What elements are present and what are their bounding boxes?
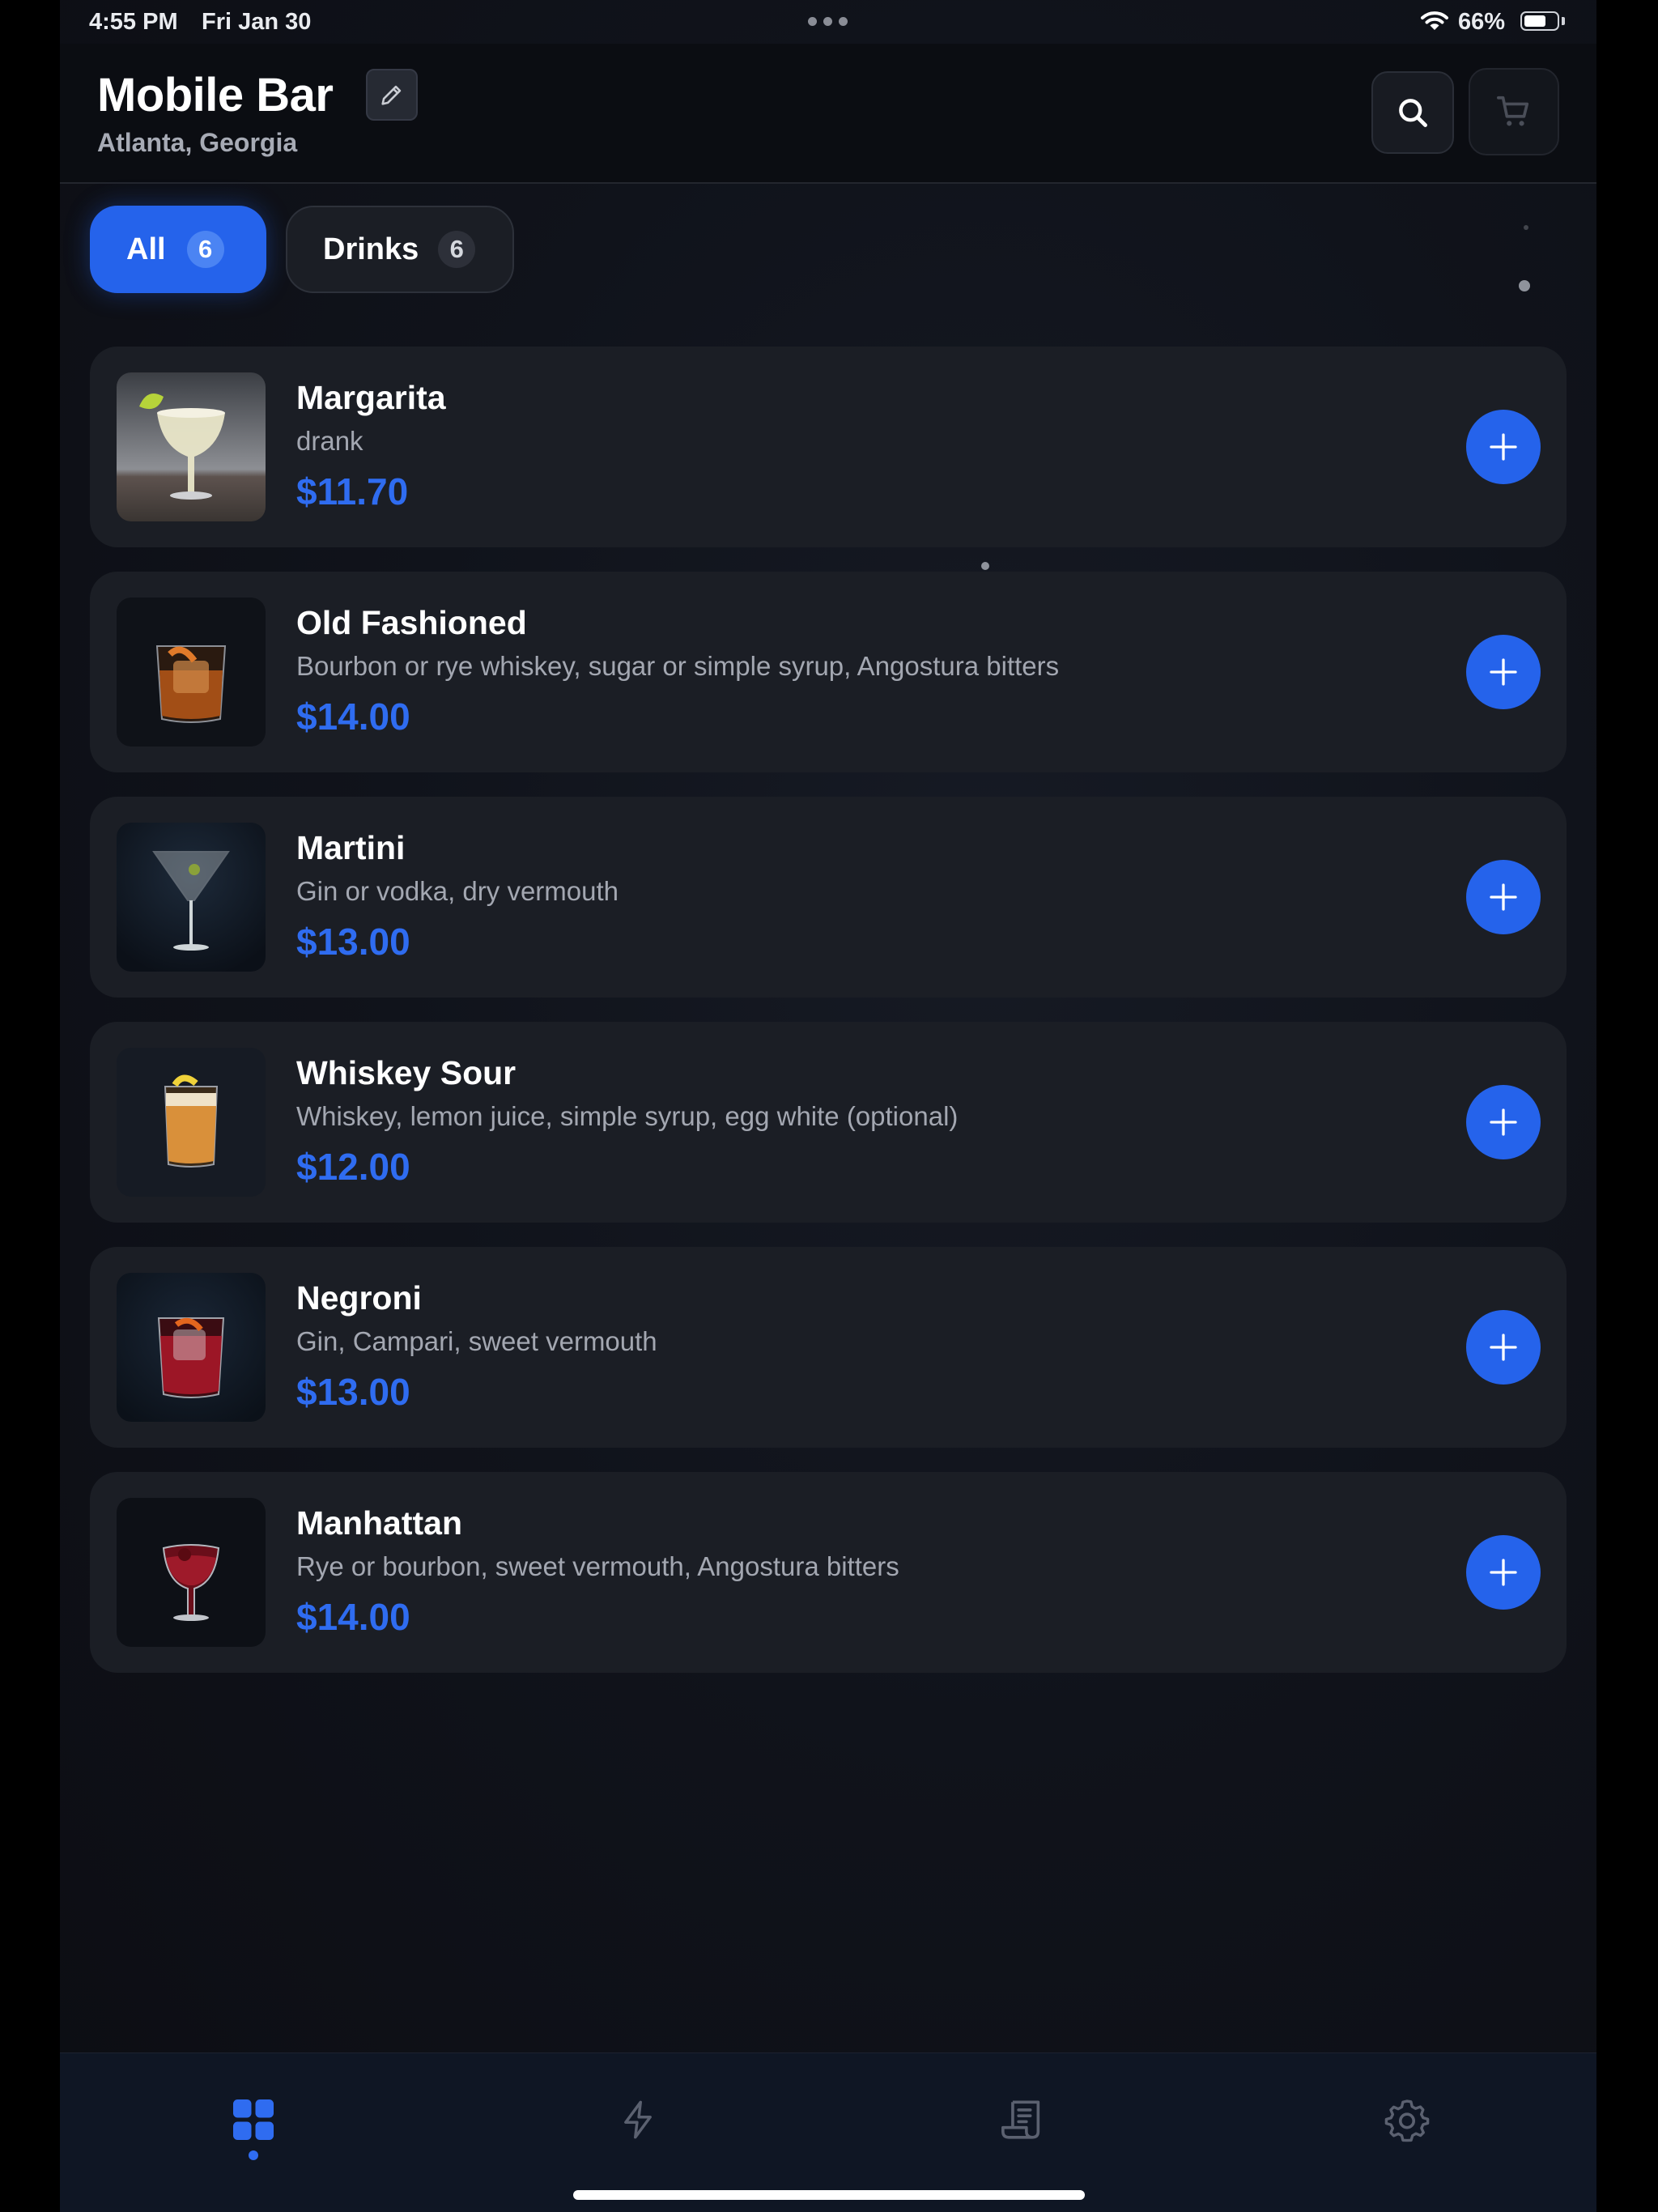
item-name: Negroni (296, 1279, 422, 1317)
plus-icon (1490, 1108, 1517, 1136)
item-name: Martini (296, 829, 406, 866)
negroni-photo (117, 1273, 266, 1422)
edit-button[interactable] (366, 69, 418, 121)
item-price: $11.70 (296, 470, 409, 513)
item-name: Whiskey Sour (296, 1054, 517, 1091)
battery-icon (1520, 11, 1559, 31)
menu-item-card[interactable]: Manhattan Rye or bourbon, sweet vermouth… (90, 1472, 1567, 1673)
pencil-icon (381, 85, 402, 105)
item-description: Whiskey, lemon juice, simple syrup, egg … (296, 1101, 959, 1131)
menu-item-card[interactable]: Negroni Gin, Campari, sweet vermouth $13… (90, 1247, 1567, 1448)
filter-count-badge: 6 (438, 231, 476, 268)
filter-chip-drinks[interactable]: Drinks 6 (286, 206, 514, 293)
item-price: $12.00 (296, 1146, 410, 1188)
add-to-cart-button[interactable] (1466, 410, 1541, 484)
item-name: Manhattan (296, 1504, 462, 1542)
plus-icon (1490, 658, 1517, 686)
item-price: $13.00 (296, 921, 410, 963)
menu-list: Margarita drank $11.70 Old Fashioned Bou… (90, 347, 1567, 1697)
old-fashioned-photo (117, 598, 266, 747)
item-price: $14.00 (296, 1596, 410, 1638)
grid-icon (233, 2099, 274, 2140)
app-screen: 4:55 PM Fri Jan 30 66% Mobile Bar Atlant… (60, 0, 1596, 2212)
margarita-photo (117, 372, 266, 521)
menu-item-card[interactable]: Old Fashioned Bourbon or rye whiskey, su… (90, 572, 1567, 772)
plus-icon (1490, 1334, 1517, 1361)
cart-button[interactable] (1469, 68, 1559, 155)
plus-icon (1490, 1559, 1517, 1586)
receipt-icon (1001, 2100, 1040, 2139)
tab-orders[interactable] (990, 2087, 1055, 2152)
search-button[interactable] (1371, 71, 1454, 154)
page-title: Mobile Bar (97, 69, 334, 121)
wifi-icon (1421, 11, 1448, 30)
item-description: Rye or bourbon, sweet vermouth, Angostur… (296, 1551, 899, 1581)
status-date: Fri Jan 30 (202, 9, 312, 35)
location-label: Atlanta, Georgia (97, 128, 298, 157)
martini-photo (117, 823, 266, 972)
item-name: Margarita (296, 379, 446, 416)
cart-icon (1497, 96, 1529, 126)
filter-count-badge: 6 (186, 231, 224, 268)
add-to-cart-button[interactable] (1466, 1535, 1541, 1610)
filter-chip-all[interactable]: All 6 (90, 206, 266, 293)
multitasking-dots-icon[interactable] (808, 17, 848, 26)
item-description: Bourbon or rye whiskey, sugar or simple … (296, 651, 1060, 681)
bottom-tab-bar (60, 2052, 1596, 2212)
home-indicator[interactable] (573, 2190, 1085, 2200)
item-description: Gin, Campari, sweet vermouth (296, 1326, 657, 1356)
menu-item-card[interactable]: Margarita drank $11.70 (90, 347, 1567, 547)
decorative-dot (1524, 225, 1528, 230)
status-time: 4:55 PM (89, 9, 178, 35)
filter-label: Drinks (323, 232, 419, 266)
decorative-dot (1519, 280, 1530, 291)
menu-item-card[interactable]: Whiskey Sour Whiskey, lemon juice, simpl… (90, 1022, 1567, 1223)
add-to-cart-button[interactable] (1466, 635, 1541, 709)
tab-menu[interactable] (221, 2087, 286, 2152)
item-price: $14.00 (296, 696, 410, 738)
add-to-cart-button[interactable] (1466, 860, 1541, 934)
filter-label: All (126, 232, 166, 266)
item-name: Old Fashioned (296, 604, 527, 641)
item-description: drank (296, 426, 363, 456)
manhattan-photo (117, 1498, 266, 1647)
add-to-cart-button[interactable] (1466, 1310, 1541, 1385)
status-bar: 4:55 PM Fri Jan 30 66% (60, 0, 1596, 44)
app-header: Mobile Bar Atlanta, Georgia (60, 44, 1596, 184)
plus-icon (1490, 433, 1517, 461)
add-to-cart-button[interactable] (1466, 1085, 1541, 1159)
gear-icon (1384, 2099, 1430, 2142)
lightning-icon (624, 2100, 652, 2139)
item-description: Gin or vodka, dry vermouth (296, 876, 619, 906)
tab-quick[interactable] (606, 2087, 670, 2152)
active-tab-indicator (249, 2150, 258, 2160)
tab-settings[interactable] (1375, 2087, 1439, 2152)
menu-item-card[interactable]: Martini Gin or vodka, dry vermouth $13.0… (90, 797, 1567, 998)
search-icon (1399, 99, 1427, 127)
battery-percentage: 66% (1458, 9, 1506, 35)
plus-icon (1490, 883, 1517, 911)
whiskey-sour-photo (117, 1048, 266, 1197)
item-price: $13.00 (296, 1371, 410, 1413)
